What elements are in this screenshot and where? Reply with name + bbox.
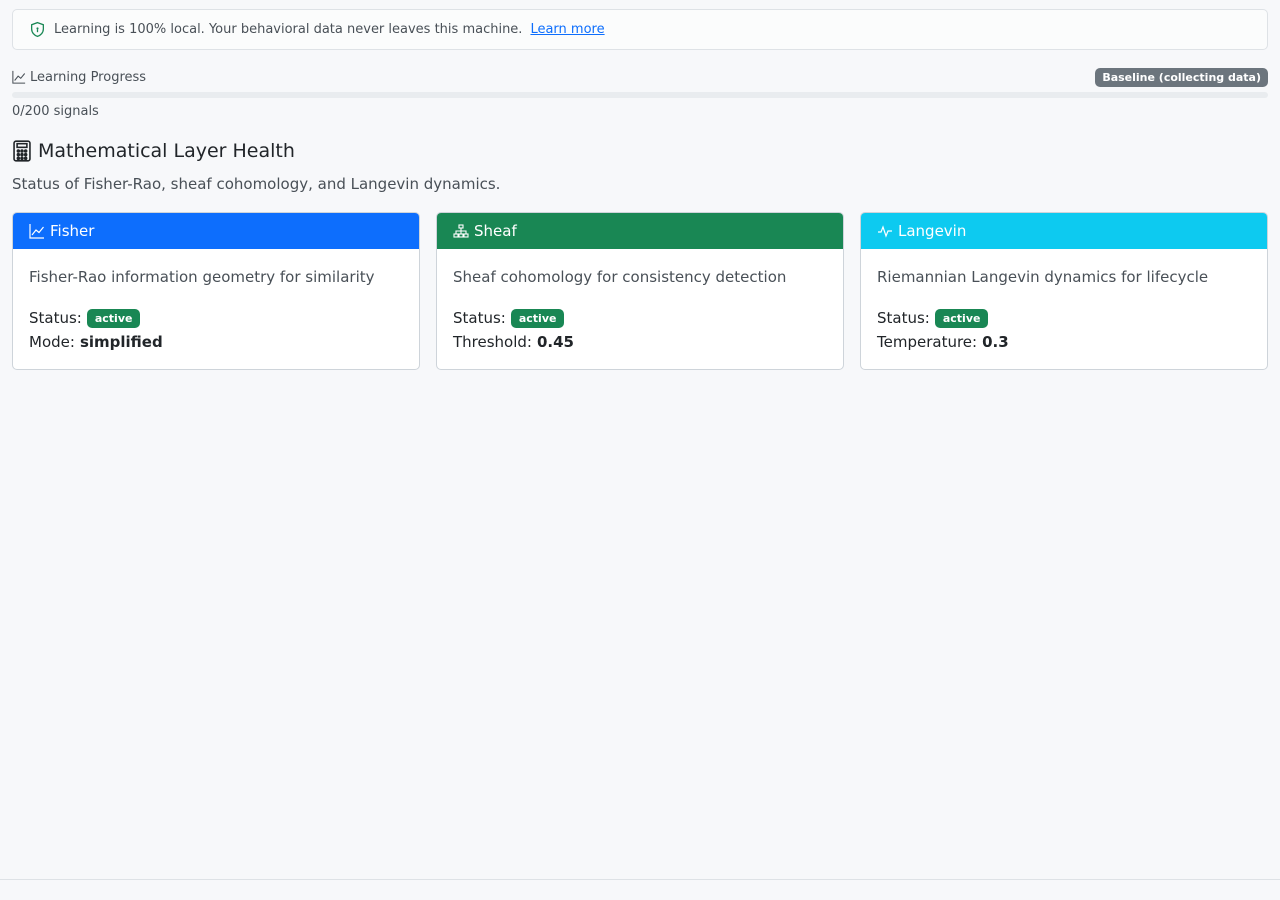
calculator-icon [12, 140, 32, 162]
threshold-label: Threshold: [453, 333, 532, 351]
section-subtitle: Status of Fisher-Rao, sheaf cohomology, … [12, 175, 501, 193]
status-label: Status: [453, 309, 506, 327]
status-badge: active [510, 308, 565, 328]
learning-progress-header: Learning Progress Baseline (collecting d… [12, 66, 1268, 88]
footer-divider [0, 879, 1280, 880]
notice-text: Learning is 100% local. Your behavioral … [54, 22, 523, 37]
fisher-card-title: Fisher [50, 222, 95, 240]
line-chart-icon [29, 223, 45, 239]
learning-progress-bar [12, 92, 1268, 98]
mode-value: simplified [79, 333, 163, 351]
fisher-card: Fisher Fisher-Rao information geometry f… [12, 212, 420, 370]
status-badge: active [934, 308, 989, 328]
section-heading: Mathematical Layer Health [12, 140, 295, 162]
sheaf-card-header: Sheaf [437, 213, 843, 249]
baseline-status-badge: Baseline (collecting data) [1095, 67, 1268, 87]
status-label: Status: [29, 309, 82, 327]
threshold-value: 0.45 [536, 333, 574, 351]
diagram-icon [453, 223, 469, 239]
fisher-card-header: Fisher [13, 213, 419, 249]
temperature-value: 0.3 [982, 333, 1009, 351]
learning-progress-label: Learning Progress [30, 69, 147, 85]
local-learning-notice: Learning is 100% local. Your behavioral … [12, 9, 1268, 50]
status-label: Status: [877, 309, 930, 327]
signals-count: 0/200 signals [12, 104, 99, 119]
activity-icon [877, 223, 893, 239]
page-title: Mathematical Layer Health [38, 140, 295, 162]
sheaf-card-title: Sheaf [474, 222, 517, 240]
langevin-card-header: Langevin [861, 213, 1267, 249]
langevin-card: Langevin Riemannian Langevin dynamics fo… [860, 212, 1268, 370]
sheaf-card-description: Sheaf cohomology for consistency detecti… [453, 268, 787, 286]
layer-cards: Fisher Fisher-Rao information geometry f… [12, 212, 1268, 370]
sheaf-card: Sheaf Sheaf cohomology for consistency d… [436, 212, 844, 370]
langevin-card-description: Riemannian Langevin dynamics for lifecyc… [877, 268, 1209, 286]
mode-label: Mode: [29, 333, 75, 351]
status-badge: active [86, 308, 141, 328]
temperature-label: Temperature: [877, 333, 978, 351]
shield-icon [29, 21, 46, 38]
learn-more-link[interactable]: Learn more [530, 22, 604, 37]
langevin-card-title: Langevin [898, 222, 967, 240]
fisher-card-description: Fisher-Rao information geometry for simi… [29, 268, 375, 286]
line-chart-icon [12, 70, 26, 84]
